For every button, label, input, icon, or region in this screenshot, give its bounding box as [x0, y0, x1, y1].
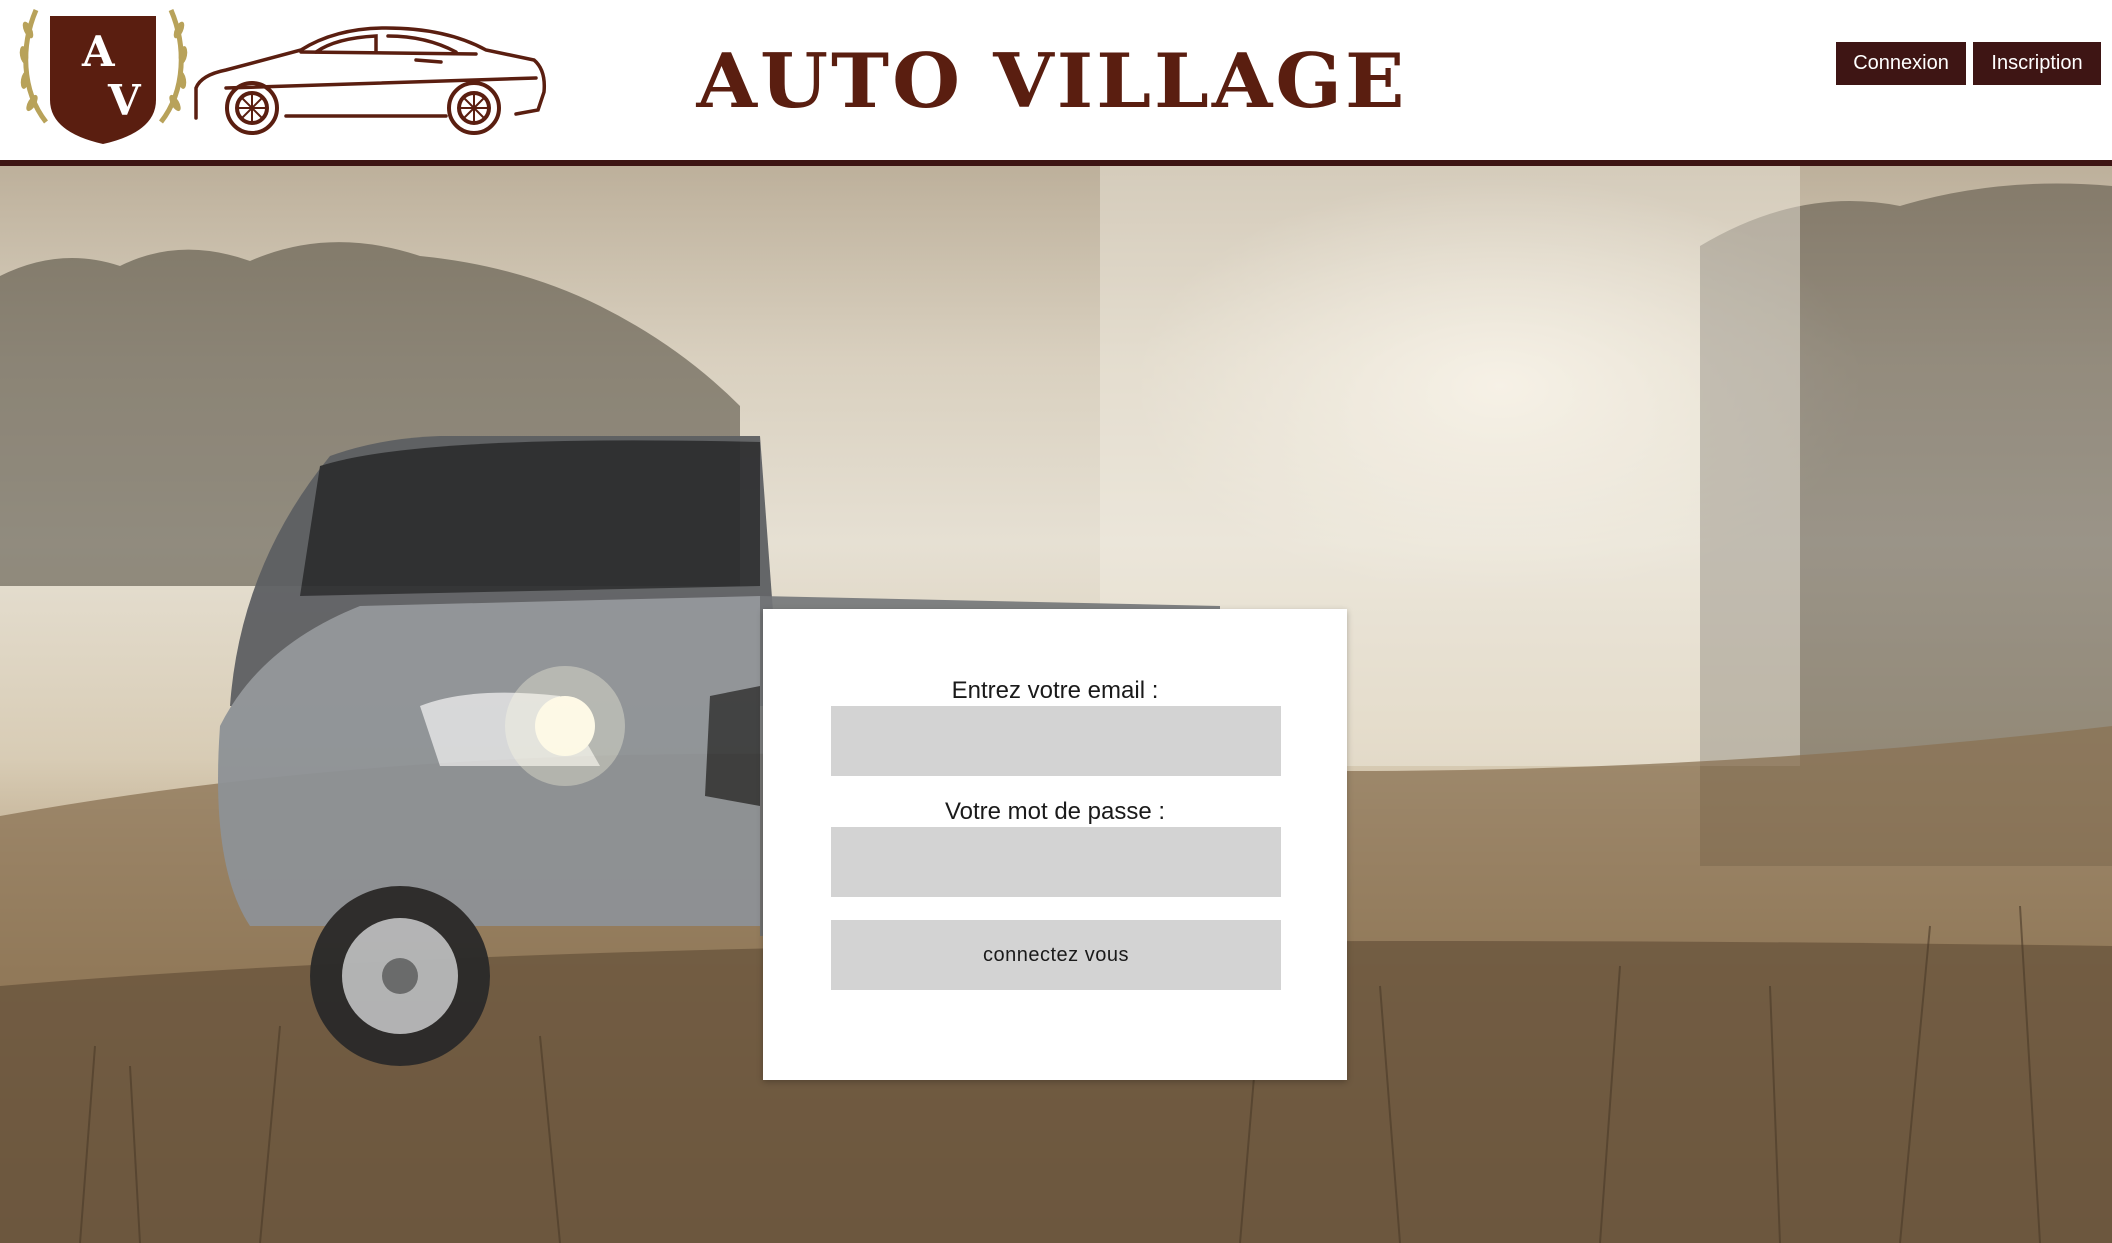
connexion-button[interactable]: Connexion	[1836, 42, 1966, 85]
site-header: A V AUTO VILLAGE Connexion Inscription	[0, 0, 2112, 166]
site-title-text: AUTO VILLAGE	[696, 37, 1408, 126]
login-card: Entrez votre email : Votre mot de passe …	[763, 609, 1347, 1080]
email-field[interactable]	[831, 706, 1281, 776]
inscription-button[interactable]: Inscription	[1973, 42, 2101, 85]
login-submit-button[interactable]: connectez vous	[831, 920, 1281, 990]
hero-background: Entrez votre email : Votre mot de passe …	[0, 166, 2112, 1243]
password-label: Votre mot de passe :	[944, 798, 1166, 825]
email-label: Entrez votre email :	[951, 677, 1159, 704]
site-title: AUTO VILLAGE	[0, 36, 2112, 127]
password-field[interactable]	[831, 827, 1281, 897]
